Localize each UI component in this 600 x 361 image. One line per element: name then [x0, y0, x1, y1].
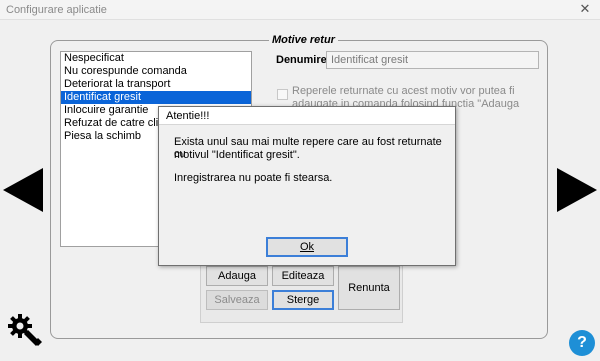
istoric-checkbox[interactable]	[277, 89, 288, 100]
panel-legend: Motive retur	[269, 34, 338, 46]
window-titlebar: Configurare aplicatie ✕	[0, 0, 600, 20]
list-item[interactable]: Deteriorat la transport	[61, 78, 251, 91]
atentie-dialog: Atentie!!! Exista unul sau mai multe rep…	[158, 106, 456, 266]
renunta-button[interactable]: Renunta	[338, 266, 400, 310]
window-title: Configurare aplicatie	[6, 4, 107, 16]
adauga-button[interactable]: Adauga	[206, 266, 268, 286]
editeaza-button[interactable]: Editeaza	[272, 266, 334, 286]
arrow-right-icon[interactable]	[557, 168, 597, 212]
salveaza-button[interactable]: Salveaza	[206, 290, 268, 310]
dialog-message-line3: Inregistrarea nu poate fi stearsa.	[174, 172, 333, 184]
denumire-label: Denumire:	[276, 54, 331, 66]
close-icon[interactable]: ✕	[576, 1, 594, 17]
sterge-button[interactable]: Sterge	[272, 290, 334, 310]
list-item[interactable]: Nespecificat	[61, 52, 251, 65]
list-item-selected[interactable]: Identificat gresit	[61, 91, 251, 104]
dialog-title: Atentie!!!	[166, 110, 210, 122]
list-item[interactable]: Nu corespunde comanda	[61, 65, 251, 78]
ok-button[interactable]: Ok	[266, 237, 348, 257]
denumire-field[interactable]: Identificat gresit	[326, 51, 539, 69]
dialog-message-line2: motivul "Identificat gresit".	[174, 149, 300, 161]
arrow-left-icon[interactable]	[3, 168, 43, 212]
help-button[interactable]: ?	[569, 330, 595, 356]
dialog-titlebar: Atentie!!!	[159, 107, 455, 125]
ok-button-label: Ok	[299, 241, 315, 253]
gear-icon[interactable]	[6, 312, 46, 352]
action-buttons-group: Adauga Editeaza Salveaza Sterge Renunta	[200, 259, 403, 323]
